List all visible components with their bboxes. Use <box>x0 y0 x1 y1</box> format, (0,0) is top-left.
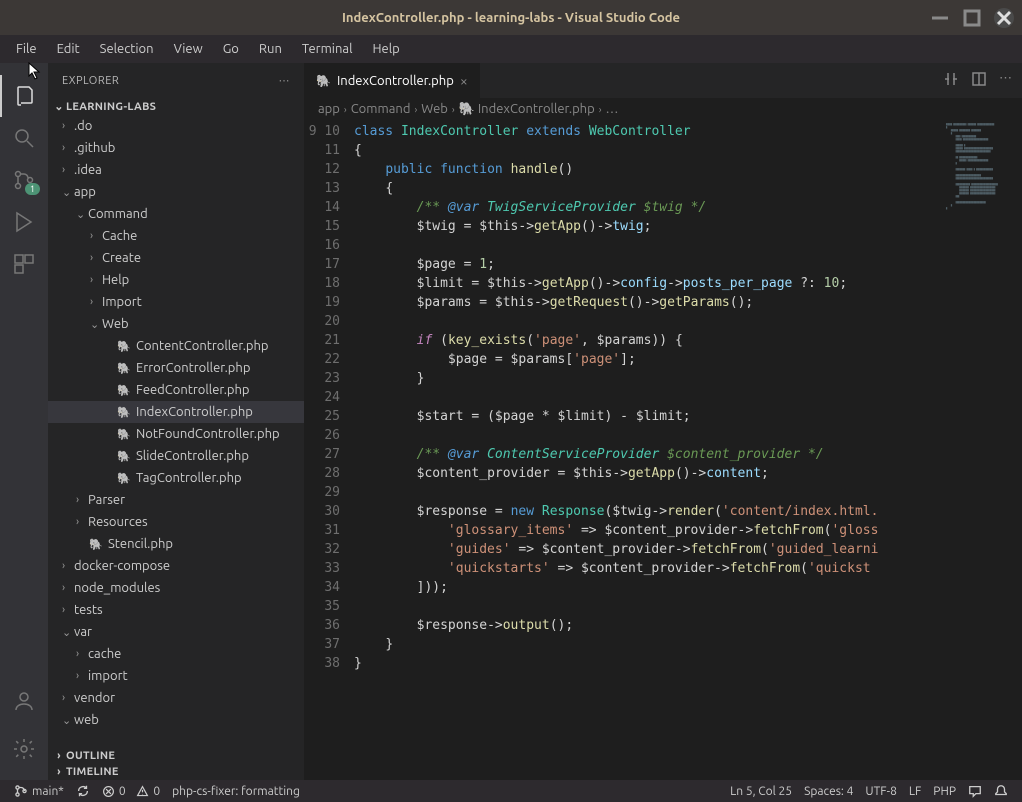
cursor-position[interactable]: Ln 5, Col 25 <box>724 784 798 798</box>
problems-status[interactable]: 0 0 <box>96 785 166 798</box>
close-button[interactable] <box>994 8 1014 28</box>
tree-item--github[interactable]: ›.github <box>48 137 304 159</box>
outline-section[interactable]: ›OUTLINE <box>48 748 304 764</box>
encoding-status[interactable]: UTF-8 <box>859 784 902 798</box>
more-actions-icon[interactable]: ⋯ <box>999 71 1012 90</box>
menu-edit[interactable]: Edit <box>47 35 90 63</box>
line-gutter: 9 10 11 12 13 14 15 16 17 18 19 20 21 22… <box>304 120 354 780</box>
tab-close-icon[interactable]: × <box>460 73 468 89</box>
tree-item-stencil-php[interactable]: 🐘Stencil.php <box>48 533 304 555</box>
scm-activity[interactable]: 1 <box>0 159 48 201</box>
minimize-button[interactable] <box>930 8 950 28</box>
tree-item-app[interactable]: ⌄app <box>48 181 304 203</box>
debug-activity[interactable] <box>0 201 48 243</box>
menu-view[interactable]: View <box>164 35 213 63</box>
feedback-icon[interactable] <box>962 784 988 798</box>
tree-item-web[interactable]: ⌄web <box>48 709 304 731</box>
tree-item--idea[interactable]: ›.idea <box>48 159 304 181</box>
tree-item-feedcontroller-php[interactable]: 🐘FeedController.php <box>48 379 304 401</box>
tree-item-node_modules[interactable]: ›node_modules <box>48 577 304 599</box>
php-icon: 🐘 <box>116 404 132 420</box>
tree-item--do[interactable]: ›.do <box>48 115 304 137</box>
menu-file[interactable]: File <box>6 35 47 63</box>
php-icon: 🐘 <box>116 426 132 442</box>
formatter-status[interactable]: php-cs-fixer: formatting <box>166 785 306 798</box>
titlebar: IndexController.php - learning-labs - Vi… <box>0 0 1022 35</box>
tab-bar: 🐘 IndexController.php × ⋯ <box>304 63 1022 98</box>
accounts-activity[interactable] <box>0 680 48 722</box>
explorer-title: EXPLORER <box>62 75 119 87</box>
tree-item-contentcontroller-php[interactable]: 🐘ContentController.php <box>48 335 304 357</box>
timeline-section[interactable]: ›TIMELINE <box>48 764 304 780</box>
php-icon: 🐘 <box>316 74 331 88</box>
menu-run[interactable]: Run <box>249 35 292 63</box>
activity-bar: 1 <box>0 63 48 780</box>
breadcrumb[interactable]: app›Command›Web›🐘 IndexController.php›… <box>304 98 1022 120</box>
tree-item-resources[interactable]: ›Resources <box>48 511 304 533</box>
php-icon: 🐘 <box>116 470 132 486</box>
php-icon: 🐘 <box>116 382 132 398</box>
explorer-more-icon[interactable]: ⋯ <box>279 74 291 87</box>
tree-item-tests[interactable]: ›tests <box>48 599 304 621</box>
indent-status[interactable]: Spaces: 4 <box>798 784 859 798</box>
tree-item-slidecontroller-php[interactable]: 🐘SlideController.php <box>48 445 304 467</box>
crumb-1[interactable]: Command <box>351 102 411 116</box>
crumb-2[interactable]: Web <box>421 102 448 116</box>
notifications-icon[interactable] <box>988 784 1014 798</box>
php-icon: 🐘 <box>88 536 104 552</box>
tree-item-command[interactable]: ⌄Command <box>48 203 304 225</box>
crumb-4[interactable]: … <box>606 102 619 116</box>
tree-item-vendor[interactable]: ›vendor <box>48 687 304 709</box>
tree-item-create[interactable]: ›Create <box>48 247 304 269</box>
crumb-3[interactable]: 🐘 IndexController.php <box>459 102 595 117</box>
tree-item-help[interactable]: ›Help <box>48 269 304 291</box>
tree-item-cache[interactable]: ›cache <box>48 643 304 665</box>
tree-item-cache[interactable]: ›Cache <box>48 225 304 247</box>
tree-item-import[interactable]: ›Import <box>48 291 304 313</box>
php-icon: 🐘 <box>116 338 132 354</box>
php-icon: 🐘 <box>116 448 132 464</box>
crumb-0[interactable]: app <box>318 102 340 116</box>
eol-status[interactable]: LF <box>903 784 927 798</box>
tab-label: IndexController.php <box>337 74 454 88</box>
code-content[interactable]: class IndexController extends WebControl… <box>354 120 1022 780</box>
menu-help[interactable]: Help <box>362 35 409 63</box>
menu-selection[interactable]: Selection <box>90 35 164 63</box>
sync-status[interactable] <box>70 784 96 798</box>
tree-item-parser[interactable]: ›Parser <box>48 489 304 511</box>
explorer-sidebar: EXPLORER ⋯ ⌄LEARNING-LABS ›.do›.github›.… <box>48 63 304 780</box>
php-icon: 🐘 <box>116 360 132 376</box>
tree-item-var[interactable]: ⌄var <box>48 621 304 643</box>
menu-terminal[interactable]: Terminal <box>292 35 363 63</box>
tree-item-import[interactable]: ›import <box>48 665 304 687</box>
scm-badge: 1 <box>25 183 40 195</box>
settings-activity[interactable] <box>0 728 48 770</box>
window-title: IndexController.php - learning-labs - Vi… <box>0 11 1022 25</box>
branch-status[interactable]: main* <box>8 784 70 798</box>
editor-group: 🐘 IndexController.php × ⋯ app›Command›We… <box>304 63 1022 780</box>
search-activity[interactable] <box>0 117 48 159</box>
language-status[interactable]: PHP <box>927 784 962 798</box>
status-bar: main* 0 0 php-cs-fixer: formatting Ln 5,… <box>0 780 1022 802</box>
menubar: FileEditSelectionViewGoRunTerminalHelp <box>0 35 1022 63</box>
tree-item-web[interactable]: ⌄Web <box>48 313 304 335</box>
project-section[interactable]: ⌄LEARNING-LABS <box>48 98 304 115</box>
explorer-activity[interactable] <box>0 75 48 117</box>
tree-item-tagcontroller-php[interactable]: 🐘TagController.php <box>48 467 304 489</box>
tree-item-errorcontroller-php[interactable]: 🐘ErrorController.php <box>48 357 304 379</box>
extensions-activity[interactable] <box>0 243 48 285</box>
tab-indexcontroller[interactable]: 🐘 IndexController.php × <box>304 63 481 98</box>
maximize-button[interactable] <box>962 8 982 28</box>
tree-item-indexcontroller-php[interactable]: 🐘IndexController.php <box>48 401 304 423</box>
file-tree: ›.do›.github›.idea⌄app⌄Command›Cache›Cre… <box>48 115 304 748</box>
split-editor-icon[interactable] <box>971 71 987 90</box>
menu-go[interactable]: Go <box>213 35 249 63</box>
tree-item-notfoundcontroller-php[interactable]: 🐘NotFoundController.php <box>48 423 304 445</box>
compare-changes-icon[interactable] <box>943 71 959 90</box>
tree-item-docker-compose[interactable]: ›docker-compose <box>48 555 304 577</box>
